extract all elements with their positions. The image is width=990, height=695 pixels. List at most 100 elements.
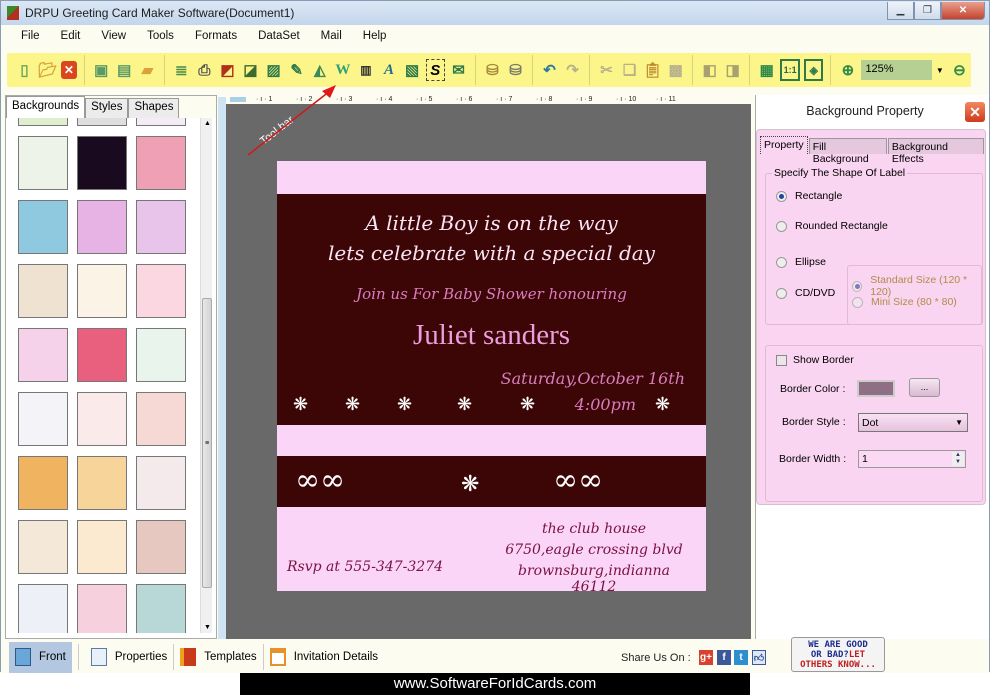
menu-tools[interactable]: Tools: [147, 30, 174, 42]
paste-icon[interactable]: 📋︎: [643, 59, 662, 81]
database-add-icon[interactable]: ⛁: [483, 59, 502, 81]
background-thumbnail-heart-frame-bears[interactable]: [77, 328, 127, 382]
undo-icon[interactable]: ↶: [540, 59, 559, 81]
background-thumbnail-gray-strip[interactable]: [77, 118, 127, 126]
radio-ellipse[interactable]: Ellipse: [776, 256, 826, 268]
properties-button[interactable]: Properties: [85, 642, 173, 672]
background-thumbnail-pink-floral[interactable]: [136, 456, 186, 510]
cut-icon[interactable]: ✂: [597, 59, 616, 81]
show-border-checkbox[interactable]: Show Border: [776, 354, 854, 366]
design-canvas[interactable]: Tool bar A little Boy is on the way lets…: [226, 104, 751, 639]
print-icon[interactable]: ⎙: [195, 59, 214, 81]
properties-icon[interactable]: ≣: [172, 59, 191, 81]
card-venue-line-1[interactable]: the club house: [494, 521, 694, 537]
insert-image-icon[interactable]: ▨: [264, 59, 283, 81]
card-venue-line-3[interactable]: brownsburg,indianna 46112: [494, 563, 694, 595]
gallery-scrollbar[interactable]: ▲ ≡ ▼: [200, 118, 212, 633]
border-color-picker-button[interactable]: ...: [909, 378, 940, 397]
background-thumbnail-teddy-card[interactable]: [77, 456, 127, 510]
radio-mini-size[interactable]: Mini Size (80 * 80): [852, 296, 957, 308]
background-thumbnail-pink-dress[interactable]: [136, 264, 186, 318]
background-thumbnail-purple-flowers[interactable]: [136, 200, 186, 254]
card-venue-line-2[interactable]: 6750,eagle crossing blvd: [494, 542, 694, 558]
menu-help[interactable]: Help: [363, 30, 387, 42]
card-headline-2[interactable]: lets celebrate with a special day: [277, 241, 706, 265]
bring-forward-icon[interactable]: ◧: [700, 59, 719, 81]
delete-icon[interactable]: ▩: [666, 59, 685, 81]
label-icon[interactable]: ▧: [403, 59, 422, 81]
wordart-icon[interactable]: W: [333, 59, 352, 81]
google-plus-icon[interactable]: g+: [699, 650, 713, 665]
send-backward-icon[interactable]: ◨: [723, 59, 742, 81]
card-date[interactable]: Saturday,October 16th: [277, 369, 685, 388]
card-rsvp[interactable]: Rsvp at 555-347-3274: [287, 559, 443, 575]
tab-shapes[interactable]: Shapes: [128, 98, 180, 118]
tab-fill-background[interactable]: Fill Background: [808, 138, 887, 165]
minimize-button[interactable]: ▁: [887, 2, 914, 20]
save-as-icon[interactable]: ▤: [115, 59, 134, 81]
tab-background-effects[interactable]: Background Effects: [887, 138, 984, 165]
tab-property[interactable]: Property: [760, 136, 808, 154]
menu-mail[interactable]: Mail: [321, 30, 342, 42]
background-thumbnail-fireworks[interactable]: [77, 136, 127, 190]
border-color-swatch[interactable]: [857, 380, 895, 397]
panel-close-button[interactable]: ✕: [965, 102, 985, 122]
crop-icon[interactable]: ◪: [241, 59, 260, 81]
background-thumbnail-red-clover[interactable]: [136, 392, 186, 446]
radio-rounded-rectangle[interactable]: Rounded Rectangle: [776, 220, 888, 232]
templates-button[interactable]: Templates: [174, 642, 262, 672]
background-thumbnail-teddy-bear[interactable]: [77, 264, 127, 318]
menu-file[interactable]: File: [21, 30, 40, 42]
layers-icon[interactable]: ◩: [218, 59, 237, 81]
border-style-select[interactable]: Dot ▼: [858, 413, 968, 432]
background-thumbnail-snowmen[interactable]: [136, 584, 186, 633]
copy-icon[interactable]: ❏: [620, 59, 639, 81]
close-button[interactable]: ✕: [941, 2, 985, 20]
menu-edit[interactable]: Edit: [61, 30, 81, 42]
background-thumbnail-pink-flowers[interactable]: [77, 200, 127, 254]
card-honoree-name[interactable]: Juliet sanders: [277, 319, 706, 352]
like-icon[interactable]: 👍︎: [752, 650, 766, 665]
menu-formats[interactable]: Formats: [195, 30, 237, 42]
invitation-details-button[interactable]: Invitation Details: [264, 642, 384, 672]
menu-dataset[interactable]: DataSet: [258, 30, 300, 42]
background-thumbnail-hearts-butterflies[interactable]: [18, 328, 68, 382]
close-document-icon[interactable]: ✕: [61, 61, 77, 79]
radio-rectangle[interactable]: Rectangle: [776, 190, 842, 202]
barcode-icon[interactable]: ▥: [356, 59, 375, 81]
open-folder-icon[interactable]: ▰: [138, 59, 157, 81]
background-thumbnail-daisies[interactable]: [18, 520, 68, 574]
database-icon[interactable]: ⛁: [506, 59, 525, 81]
tab-backgrounds[interactable]: Backgrounds: [6, 96, 86, 118]
card-headline-1[interactable]: A little Boy is on the way: [277, 211, 706, 235]
background-thumbnail-pink-texture[interactable]: [77, 584, 127, 633]
background-thumbnail-party-gifts[interactable]: [77, 520, 127, 574]
card-invite-text[interactable]: Join us For Baby Shower honouring: [277, 285, 706, 303]
shapes-icon[interactable]: ◭: [310, 59, 329, 81]
restore-button[interactable]: ❐: [914, 2, 941, 20]
pen-icon[interactable]: ✎: [287, 59, 306, 81]
greeting-card[interactable]: A little Boy is on the way lets celebrat…: [277, 161, 706, 595]
background-thumbnail-cherries[interactable]: [136, 520, 186, 574]
background-thumbnail-kids-rainbow[interactable]: [18, 392, 68, 446]
twitter-icon[interactable]: t: [734, 650, 748, 665]
actual-size-icon[interactable]: 1:1: [780, 59, 800, 81]
background-thumbnail-pastel-stripes[interactable]: [18, 264, 68, 318]
zoom-dropdown-icon[interactable]: ▼: [936, 66, 944, 75]
new-icon[interactable]: ▯: [15, 59, 34, 81]
zoom-out-icon[interactable]: ⊖: [950, 59, 969, 81]
fit-window-icon[interactable]: ◈: [803, 59, 824, 81]
text-icon[interactable]: A: [379, 59, 398, 81]
radio-cd-dvd[interactable]: CD/DVD: [776, 287, 835, 299]
signature-icon[interactable]: S: [425, 59, 445, 81]
background-thumbnail-butterflies[interactable]: [18, 456, 68, 510]
menu-view[interactable]: View: [101, 30, 126, 42]
grid-icon[interactable]: ▦: [757, 59, 776, 81]
background-thumbnail-red-hearts[interactable]: [136, 136, 186, 190]
zoom-in-icon[interactable]: ⊕: [838, 59, 857, 81]
border-width-stepper[interactable]: 1 ▲ ▼: [858, 450, 966, 468]
facebook-icon[interactable]: f: [717, 650, 731, 665]
rate-us-button[interactable]: WE ARE GOOD OR BAD?LET OTHERS KNOW...: [791, 637, 885, 672]
tab-styles[interactable]: Styles: [85, 98, 129, 118]
background-thumbnail-ribbon-hearts[interactable]: [77, 392, 127, 446]
